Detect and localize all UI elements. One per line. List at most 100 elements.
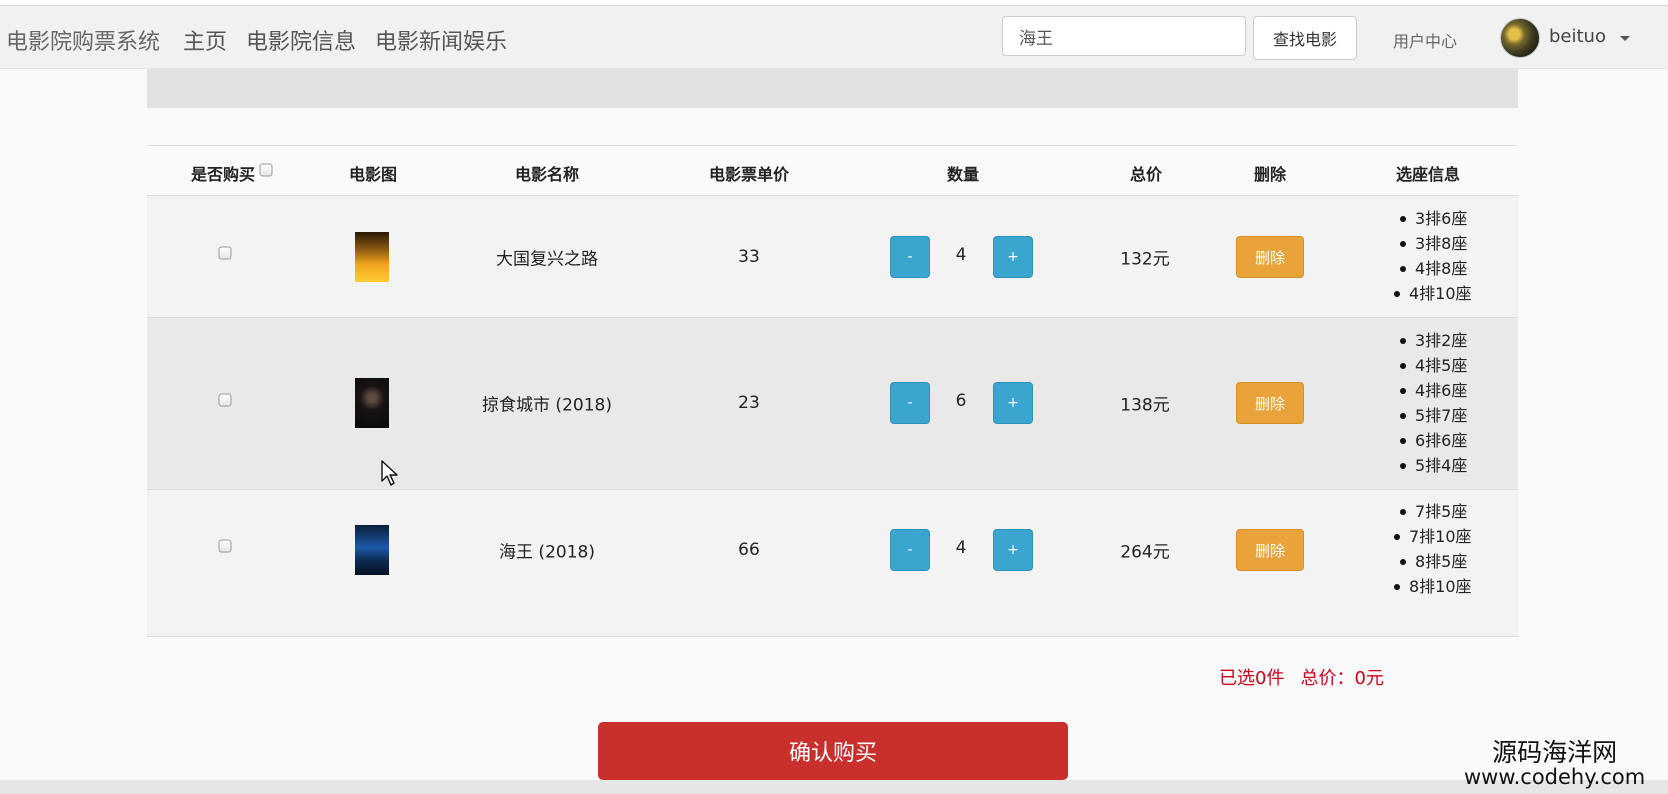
- movie-name: 大国复兴之路: [496, 249, 598, 270]
- seat-item: 5排7座: [1365, 403, 1467, 428]
- bullet-icon: [1400, 463, 1406, 469]
- user-center-link[interactable]: 用户中心: [1393, 28, 1457, 52]
- header-poster: 电影图: [348, 165, 398, 184]
- seat-label: 4排5座: [1415, 356, 1468, 375]
- seat-item: 3排8座: [1365, 231, 1472, 256]
- bullet-icon: [1400, 216, 1406, 222]
- bullet-icon: [1400, 438, 1406, 444]
- table-row: 大国复兴之路 33 - 4 + 132元 删除 3排6座 3排8座 4排8座 4…: [147, 196, 1518, 318]
- delete-button[interactable]: 删除: [1236, 236, 1304, 278]
- table-row: 掠食城市 (2018) 23 - 6 + 138元 删除 3排2座 4排5座 4…: [147, 318, 1518, 490]
- bullet-icon: [1400, 559, 1406, 565]
- seat-label: 3排2座: [1415, 331, 1468, 350]
- brand-title[interactable]: 电影院购票系统: [6, 24, 160, 56]
- seat-label: 3排6座: [1415, 209, 1468, 228]
- mouse-pointer-icon: [381, 460, 398, 486]
- seat-item: 8排10座: [1365, 574, 1472, 599]
- table-header: 是否购买 电影图 电影名称 电影票单价 数量 总价 删除 选座信息: [147, 145, 1518, 196]
- bullet-icon: [1394, 584, 1400, 590]
- decrease-quantity-button[interactable]: -: [890, 529, 930, 571]
- seat-label: 4排10座: [1409, 284, 1472, 303]
- movie-poster: [355, 232, 389, 282]
- seat-item: 3排2座: [1365, 328, 1467, 353]
- seat-label: 8排10座: [1409, 577, 1472, 596]
- seat-item: 5排4座: [1365, 453, 1467, 478]
- seat-label: 7排5座: [1415, 502, 1468, 521]
- page-bottom-strip: [0, 780, 1668, 794]
- caret-down-icon[interactable]: [1620, 36, 1630, 41]
- movie-name: 掠食城市 (2018): [482, 395, 612, 416]
- buy-checkbox[interactable]: [218, 393, 232, 407]
- row-total: 132元: [1120, 249, 1170, 270]
- select-all-checkbox[interactable]: [259, 163, 273, 177]
- header-name: 电影名称: [514, 165, 580, 184]
- bullet-icon: [1400, 266, 1406, 272]
- seat-label: 7排10座: [1409, 527, 1472, 546]
- avatar[interactable]: [1500, 18, 1540, 58]
- ticket-price: 23: [738, 393, 760, 413]
- nav-link-cinema-info[interactable]: 电影院信息: [246, 24, 356, 56]
- seat-item: 7排10座: [1365, 524, 1472, 549]
- cart-summary: 已选0件 总价：0元: [1219, 664, 1384, 690]
- confirm-purchase-button[interactable]: 确认购买: [598, 722, 1068, 780]
- quantity-value: 4: [955, 538, 967, 558]
- bullet-icon: [1400, 241, 1406, 247]
- increase-quantity-button[interactable]: +: [993, 529, 1033, 571]
- ticket-price: 66: [738, 540, 760, 560]
- search-input[interactable]: [1002, 16, 1246, 56]
- search-button[interactable]: 查找电影: [1253, 16, 1357, 60]
- nav-link-home[interactable]: 主页: [183, 24, 227, 56]
- increase-quantity-button[interactable]: +: [993, 382, 1033, 424]
- selected-count: 已选0件: [1219, 668, 1285, 689]
- row-total: 264元: [1120, 542, 1170, 563]
- seat-list: 3排2座 4排5座 4排6座 5排7座 6排6座 5排4座: [1365, 328, 1467, 478]
- bullet-icon: [1400, 413, 1406, 419]
- buy-checkbox[interactable]: [218, 246, 232, 260]
- seat-list: 7排5座 7排10座 8排5座 8排10座: [1365, 499, 1472, 599]
- decrease-quantity-button[interactable]: -: [890, 236, 930, 278]
- seat-list: 3排6座 3排8座 4排8座 4排10座: [1365, 206, 1472, 306]
- navbar: 电影院购票系统 主页 电影院信息 电影新闻娱乐 查找电影 用户中心 beituo: [0, 6, 1668, 69]
- seat-label: 8排5座: [1415, 552, 1468, 571]
- bullet-icon: [1400, 363, 1406, 369]
- movie-name: 海王 (2018): [499, 542, 595, 563]
- row-total: 138元: [1120, 395, 1170, 416]
- header-total: 总价: [1129, 165, 1163, 184]
- watermark: 源码海洋网 www.codehy.com: [1464, 739, 1646, 790]
- seat-item: 4排6座: [1365, 378, 1467, 403]
- buy-checkbox[interactable]: [218, 539, 232, 553]
- seat-item: 4排5座: [1365, 353, 1467, 378]
- seat-label: 4排8座: [1415, 259, 1468, 278]
- content-header-band: [147, 68, 1518, 108]
- seat-item: 7排5座: [1365, 499, 1472, 524]
- bullet-icon: [1394, 534, 1400, 540]
- increase-quantity-button[interactable]: +: [993, 236, 1033, 278]
- table-row: 海王 (2018) 66 - 4 + 264元 删除 7排5座 7排10座 8排…: [147, 490, 1518, 637]
- ticket-price: 33: [738, 247, 760, 267]
- header-delete: 删除: [1253, 165, 1287, 184]
- seat-item: 3排6座: [1365, 206, 1472, 231]
- decrease-quantity-button[interactable]: -: [890, 382, 930, 424]
- quantity-value: 4: [955, 245, 967, 265]
- seat-item: 8排5座: [1365, 549, 1472, 574]
- seat-label: 5排7座: [1415, 406, 1468, 425]
- nav-link-movie-news[interactable]: 电影新闻娱乐: [375, 24, 507, 56]
- cart-table: 是否购买 电影图 电影名称 电影票单价 数量 总价 删除 选座信息 大国复兴之路…: [147, 145, 1518, 637]
- bullet-icon: [1400, 509, 1406, 515]
- bullet-icon: [1394, 291, 1400, 297]
- header-buy: 是否购买: [190, 165, 256, 184]
- quantity-value: 6: [955, 391, 967, 411]
- header-price: 电影票单价: [708, 165, 790, 184]
- delete-button[interactable]: 删除: [1236, 529, 1304, 571]
- seat-label: 5排4座: [1415, 456, 1468, 475]
- seat-label: 4排6座: [1415, 381, 1468, 400]
- delete-button[interactable]: 删除: [1236, 382, 1304, 424]
- bullet-icon: [1400, 388, 1406, 394]
- username-dropdown[interactable]: beituo: [1549, 26, 1606, 47]
- bullet-icon: [1400, 338, 1406, 344]
- watermark-line2: www.codehy.com: [1464, 765, 1646, 790]
- seat-label: 6排6座: [1415, 431, 1468, 450]
- movie-poster: [355, 525, 389, 575]
- header-seats: 选座信息: [1395, 165, 1461, 184]
- summary-total: 总价：0元: [1300, 668, 1384, 689]
